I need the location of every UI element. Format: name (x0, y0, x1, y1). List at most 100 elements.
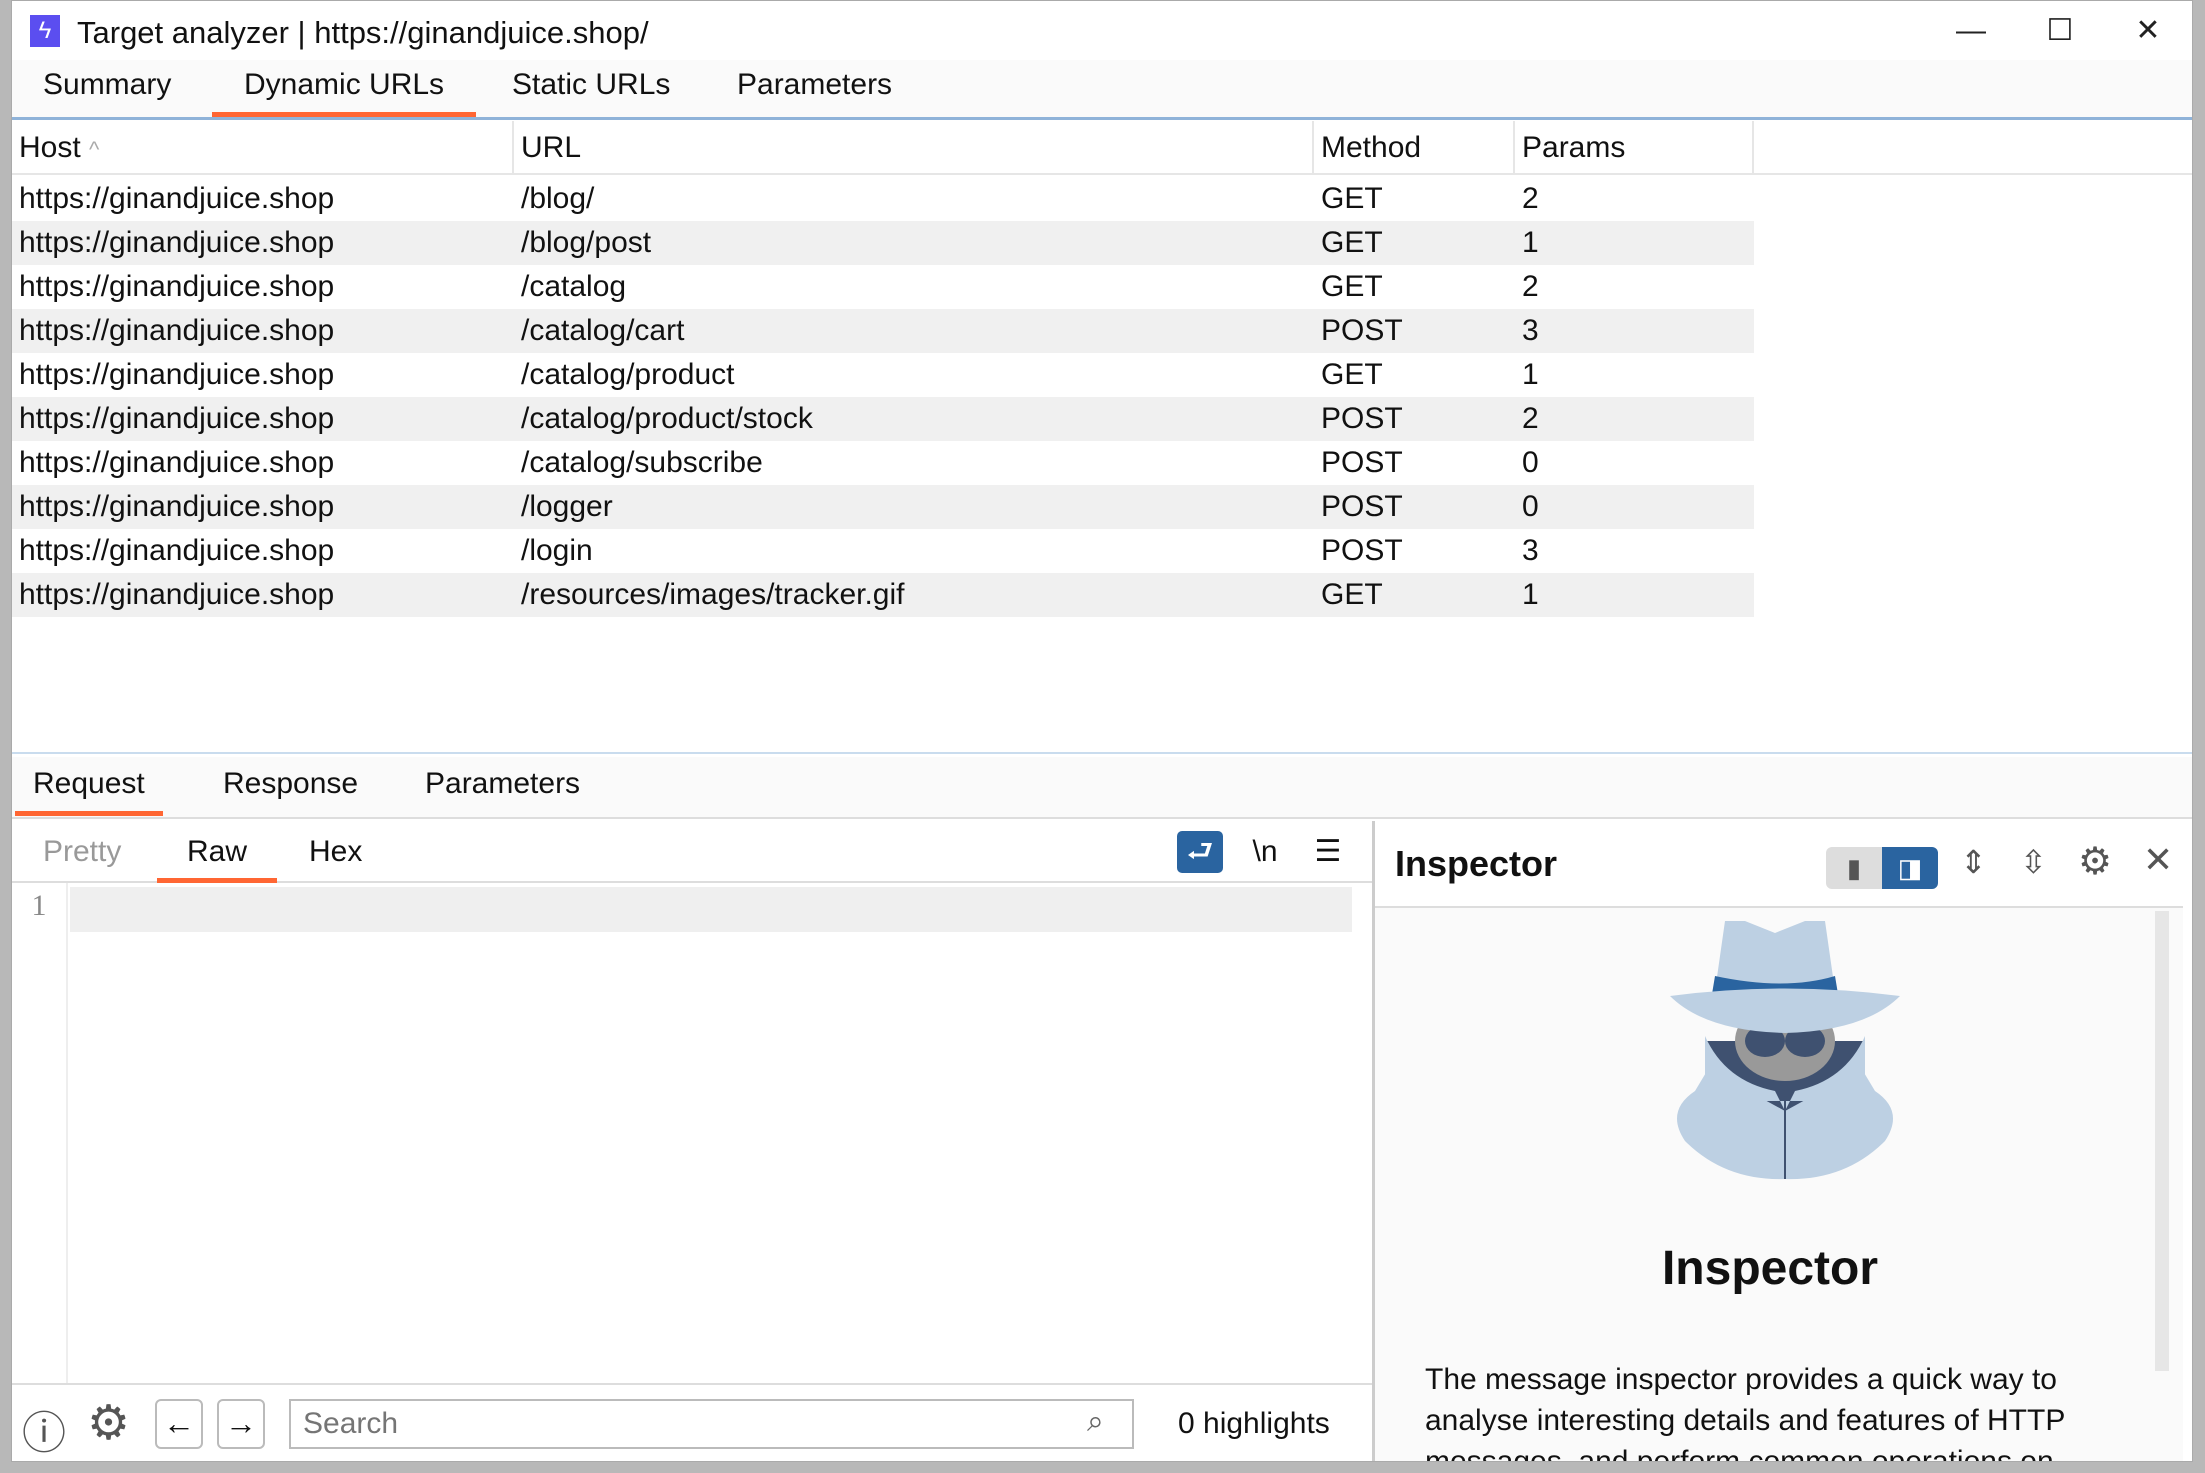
table-row[interactable]: https://ginandjuice.shop/catalog GET 2 (12, 265, 1754, 309)
method-cell: POST (1321, 402, 1403, 435)
params-cell: 1 (1522, 358, 1539, 391)
column-method[interactable]: Method (1314, 121, 1515, 175)
column-url[interactable]: URL (514, 121, 1314, 175)
tab-summary[interactable]: Summary (43, 68, 171, 117)
title-bar: ϟ Target analyzer | https://ginandjuice.… (12, 1, 2192, 60)
layout-right-icon[interactable]: ◨ (1882, 847, 1938, 889)
divider (12, 117, 2192, 120)
inspector-title: Inspector (1395, 843, 1558, 884)
params-cell: 3 (1522, 314, 1539, 347)
sort-ascending-icon: ^ (89, 137, 100, 162)
burp-app-icon: ϟ (30, 15, 60, 47)
show-newlines-button[interactable]: \n (1242, 831, 1288, 873)
table-row[interactable]: https://ginandjuice.shop/catalog/subscri… (12, 441, 1754, 485)
host-cell: https://ginandjuice.shop (19, 182, 335, 215)
tab-raw[interactable]: Raw (157, 835, 278, 883)
maximize-button[interactable]: ☐ (2030, 9, 2090, 53)
tab-response[interactable]: Response (223, 767, 358, 816)
search-icon: ⌕ (1087, 1405, 1104, 1438)
table-row[interactable]: https://ginandjuice.shop/catalog/product… (12, 397, 1754, 441)
method-cell: GET (1321, 270, 1383, 303)
params-cell: 1 (1522, 226, 1539, 259)
params-cell: 3 (1522, 534, 1539, 567)
url-cell: /catalog/cart (521, 314, 685, 347)
main-tabs: Summary Dynamic URLs Static URLs Paramet… (12, 60, 2192, 117)
search-input[interactable] (289, 1399, 1134, 1449)
host-cell: https://ginandjuice.shop (19, 358, 335, 391)
column-host[interactable]: Host ^ (12, 121, 514, 175)
layout-left-icon[interactable]: ▮ (1826, 847, 1882, 889)
inspector-scrollbar[interactable] (2155, 911, 2169, 1371)
collapse-all-icon[interactable]: ⇳ (2020, 843, 2047, 881)
url-cell: /catalog (521, 270, 627, 303)
column-host-label: Host (19, 131, 81, 164)
params-cell: 2 (1522, 182, 1539, 215)
method-cell: POST (1321, 446, 1403, 479)
tab-static-urls[interactable]: Static URLs (512, 68, 670, 117)
table-row[interactable]: https://ginandjuice.shop/blog/GET 2 (12, 177, 1754, 221)
tab-hex[interactable]: Hex (309, 835, 362, 883)
current-line-highlight (70, 887, 1352, 932)
tab-message-parameters[interactable]: Parameters (425, 767, 580, 816)
url-cell: /catalog/product (521, 358, 735, 391)
url-cell: /catalog/product/stock (521, 402, 813, 435)
host-cell: https://ginandjuice.shop (19, 270, 335, 303)
table-row[interactable]: https://ginandjuice.shop/resources/image… (12, 573, 1754, 617)
method-cell: GET (1321, 578, 1383, 611)
tab-parameters[interactable]: Parameters (737, 68, 892, 117)
table-row[interactable]: https://ginandjuice.shop/logger POST 0 (12, 485, 1754, 529)
message-tabs: Request Response Parameters (12, 757, 2192, 819)
params-cell: 1 (1522, 578, 1539, 611)
highlights-count: 0 highlights (1178, 1407, 1330, 1440)
pane-splitter[interactable] (12, 752, 2192, 754)
url-cell: /logger (521, 490, 613, 523)
host-cell: https://ginandjuice.shop (19, 446, 335, 479)
next-match-button[interactable]: → (217, 1399, 265, 1449)
params-cell: 0 (1522, 490, 1539, 523)
previous-match-button[interactable]: ← (155, 1399, 203, 1449)
word-wrap-icon[interactable]: ⮐ (1177, 831, 1223, 873)
method-cell: POST (1321, 490, 1403, 523)
url-cell: /catalog/subscribe (521, 446, 763, 479)
column-params[interactable]: Params (1515, 121, 1754, 175)
search-settings-icon[interactable]: ⚙ (87, 1395, 130, 1451)
params-cell: 0 (1522, 446, 1539, 479)
minimize-button[interactable]: — (1941, 9, 2001, 53)
method-cell: POST (1321, 314, 1403, 347)
request-editor[interactable]: 1 (12, 883, 1372, 1383)
table-row[interactable]: https://ginandjuice.shop/blog/post GET 1 (12, 221, 1754, 265)
host-cell: https://ginandjuice.shop (19, 534, 335, 567)
help-icon[interactable]: ⓘ (22, 1397, 66, 1461)
table-header: Host ^ URL Method Params (12, 121, 2192, 175)
url-cell: /blog/post (521, 226, 652, 259)
inspector-heading: Inspector (1661, 1242, 1879, 1295)
inspector-description: The message inspector provides a quick w… (1425, 1363, 2065, 1462)
table-row[interactable]: https://ginandjuice.shop/catalog/product… (12, 353, 1754, 397)
search-bar: ⓘ ⚙ ← → ⌕ 0 highlights (12, 1383, 1372, 1461)
host-cell: https://ginandjuice.shop (19, 578, 335, 611)
expand-all-icon[interactable]: ⇕ (1960, 843, 1987, 881)
method-cell: GET (1321, 226, 1383, 259)
inspector-header: Inspector ▮ ◨ ⇕ ⇳ ⚙ ✕ (1375, 821, 2183, 908)
tab-pretty[interactable]: Pretty (43, 835, 121, 883)
table-row[interactable]: https://ginandjuice.shop/login POST 3 (12, 529, 1754, 573)
host-cell: https://ginandjuice.shop (19, 226, 335, 259)
params-cell: 2 (1522, 402, 1539, 435)
table-row[interactable]: https://ginandjuice.shop/catalog/cart POS… (12, 309, 1754, 353)
target-analyzer-window: ϟ Target analyzer | https://ginandjuice.… (11, 0, 2193, 1462)
tab-request[interactable]: Request (15, 767, 163, 816)
settings-icon[interactable]: ⚙ (2078, 839, 2112, 884)
host-cell: https://ginandjuice.shop (19, 402, 335, 435)
editor-tabs: Pretty Raw Hex ⮐ \n ☰ (12, 821, 1372, 883)
url-cell: /blog/ (521, 182, 595, 215)
url-cell: /resources/images/tracker.gif (521, 578, 905, 611)
tab-dynamic-urls[interactable]: Dynamic URLs (212, 68, 477, 117)
host-cell: https://ginandjuice.shop (19, 314, 335, 347)
method-cell: GET (1321, 182, 1383, 215)
url-cell: /login (521, 534, 593, 567)
inspector-panel: Inspector ▮ ◨ ⇕ ⇳ ⚙ ✕ Inspector The mess… (1375, 821, 2183, 1462)
window-title: Target analyzer | https://ginandjuice.sh… (77, 15, 649, 50)
close-button[interactable]: ✕ (2118, 9, 2178, 53)
menu-icon[interactable]: ☰ (1305, 831, 1351, 873)
close-inspector-icon[interactable]: ✕ (2143, 839, 2173, 881)
